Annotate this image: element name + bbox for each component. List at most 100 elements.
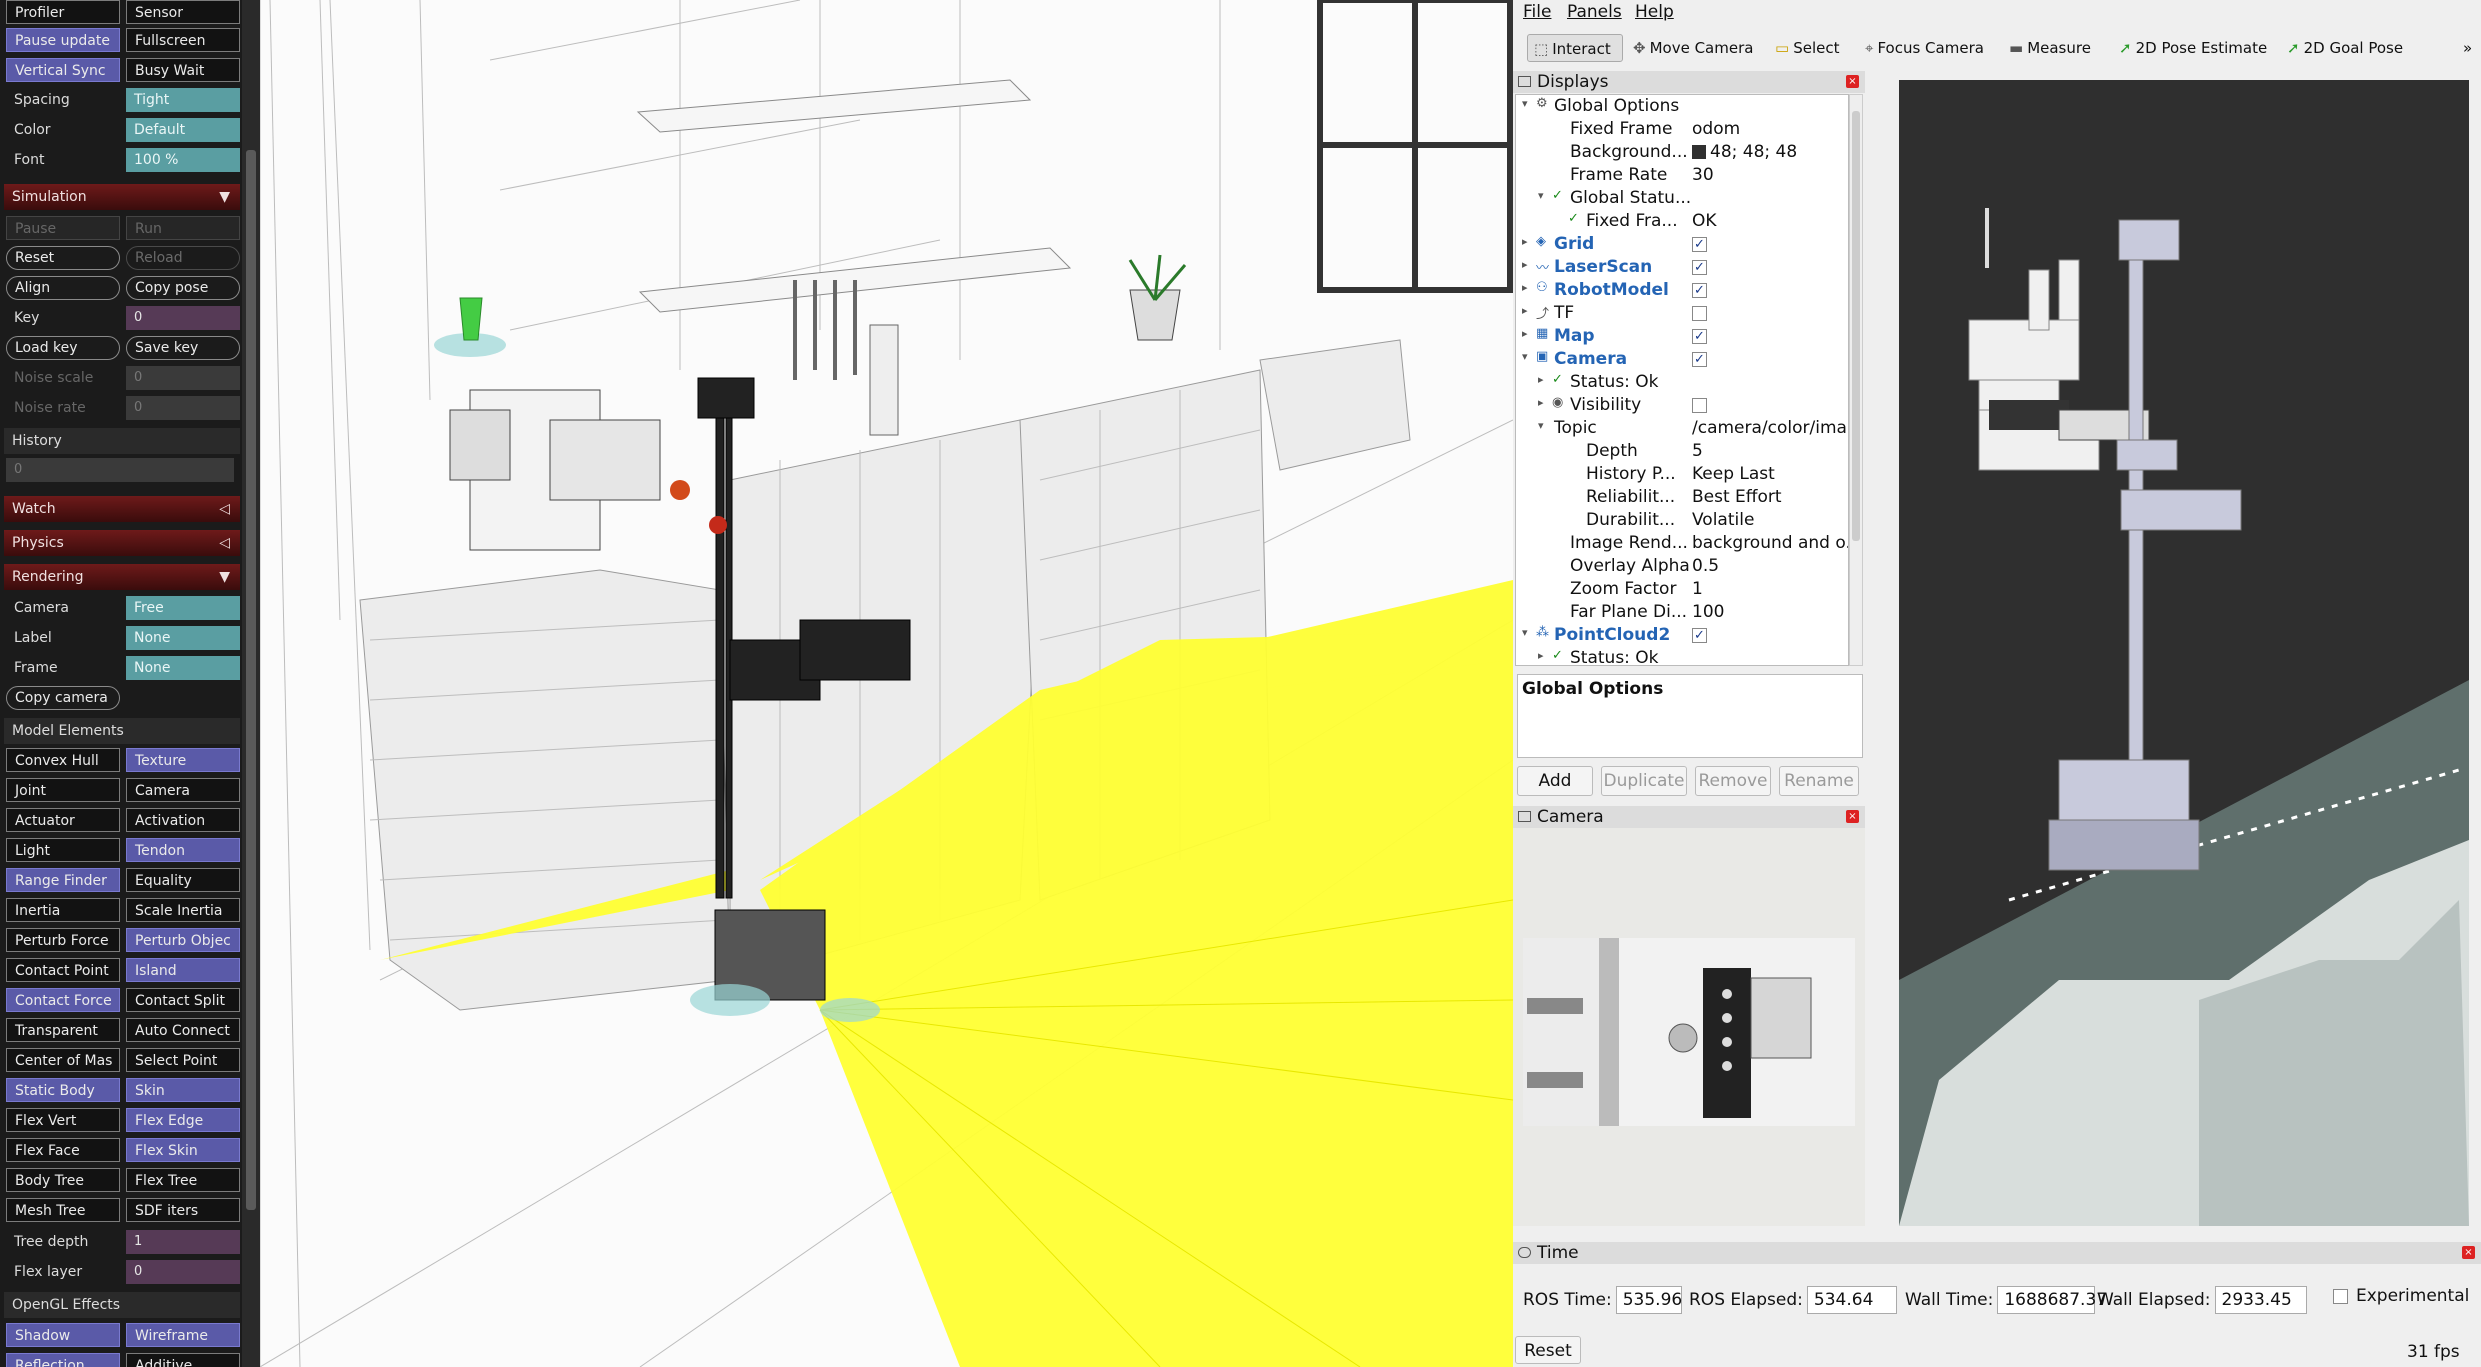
fullscreen-toggle[interactable]: Fullscreen [126, 28, 240, 52]
model-element-toggle[interactable]: Activation [126, 808, 240, 832]
shadow-toggle[interactable]: Shadow [6, 1323, 120, 1347]
remove-button[interactable]: Remove [1695, 766, 1771, 796]
tree-row[interactable]: Durabilit... Volatile [1516, 509, 1848, 532]
font-select[interactable]: 100 % [126, 148, 240, 172]
tree-row[interactable]: ▸ 〰 LaserScan ✓ [1516, 256, 1848, 279]
expand-arrow-icon[interactable]: ▸ [1538, 396, 1544, 409]
tree-row[interactable]: ▸ ⤴ TF [1516, 302, 1848, 325]
tree-row[interactable]: ▸ ▦ Map ✓ [1516, 325, 1848, 348]
color-swatch[interactable] [1692, 145, 1706, 159]
property-value[interactable]: ✓ [1692, 280, 1707, 300]
model-element-toggle[interactable]: Camera [126, 778, 240, 802]
model-element-toggle[interactable]: Skin [126, 1078, 240, 1102]
tree-row[interactable]: ▸ ◈ Grid ✓ [1516, 233, 1848, 256]
tree-row[interactable]: ▸ ✓ Status: Ok [1516, 371, 1848, 394]
pause-button[interactable]: Pause [6, 216, 120, 240]
tree-row[interactable]: Reliabilit... Best Effort [1516, 486, 1848, 509]
property-value[interactable]: ✓ [1692, 257, 1707, 277]
busy-wait-toggle[interactable]: Busy Wait [126, 58, 240, 82]
model-element-toggle[interactable]: Transparent [6, 1018, 120, 1042]
rename-button[interactable]: Rename [1779, 766, 1859, 796]
model-element-toggle[interactable]: Contact Point [6, 958, 120, 982]
property-value[interactable]: ✓ [1692, 326, 1707, 346]
collapse-arrow-icon[interactable]: ▾ [1538, 419, 1544, 432]
enabled-checkbox[interactable]: ✓ [1692, 282, 1707, 298]
property-value[interactable]: Best Effort [1692, 487, 1782, 507]
menu-help[interactable]: Help [1635, 2, 1674, 22]
property-value[interactable]: Keep Last [1692, 464, 1775, 484]
model-element-toggle[interactable]: Body Tree [6, 1168, 120, 1192]
model-element-toggle[interactable]: Perturb Objec [126, 928, 240, 952]
tree-row[interactable]: Zoom Factor 1 [1516, 578, 1848, 601]
tree-row[interactable]: Overlay Alpha 0.5 [1516, 555, 1848, 578]
wall-time-field[interactable]: 1688687.37 [1997, 1286, 2107, 1314]
menu-panels[interactable]: Panels [1567, 2, 1622, 22]
save-key-button[interactable]: Save key [126, 336, 240, 360]
property-value[interactable] [1692, 395, 1707, 415]
property-value[interactable]: 100 [1692, 602, 1724, 622]
model-element-toggle[interactable]: Mesh Tree [6, 1198, 120, 1222]
sensor-toggle[interactable]: Sensor [126, 0, 240, 24]
collapse-arrow-icon[interactable]: ▾ [1538, 189, 1544, 202]
tree-row[interactable]: Background... 48; 48; 48 [1516, 141, 1848, 164]
model-element-toggle[interactable]: Equality [126, 868, 240, 892]
property-value[interactable]: odom [1692, 119, 1740, 139]
add-button[interactable]: Add [1517, 766, 1593, 796]
measure-tool[interactable]: ▬ Measure [2003, 34, 2113, 62]
model-element-toggle[interactable]: Actuator [6, 808, 120, 832]
tree-row[interactable]: ▾ Topic/camera/color/ima... [1516, 417, 1848, 440]
align-button[interactable]: Align [6, 276, 120, 300]
collapse-arrow-icon[interactable]: ▾ [1522, 97, 1528, 110]
property-value[interactable]: 5 [1692, 441, 1703, 461]
focus-camera-tool[interactable]: ⌖ Focus Camera [1859, 34, 2009, 62]
reload-button[interactable]: Reload [126, 246, 240, 270]
tree-row[interactable]: ▸ ✓ Status: Ok [1516, 647, 1848, 665]
camera-select[interactable]: Free [126, 596, 240, 620]
model-element-toggle[interactable]: Contact Split [126, 988, 240, 1012]
select-tool[interactable]: ▭ Select [1769, 34, 1869, 62]
wireframe-toggle[interactable]: Wireframe [126, 1323, 240, 1347]
tree-row[interactable]: ▾ ⚙ Global Options [1516, 95, 1848, 118]
spacing-select[interactable]: Tight [126, 88, 240, 112]
model-element-toggle[interactable]: Flex Edge [126, 1108, 240, 1132]
load-key-button[interactable]: Load key [6, 336, 120, 360]
collapse-arrow-icon[interactable]: ▾ [1522, 350, 1528, 363]
model-element-toggle[interactable]: Contact Force [6, 988, 120, 1012]
mujoco-3d-viewport[interactable] [260, 0, 1513, 1367]
model-element-toggle[interactable]: Perturb Force [6, 928, 120, 952]
pose-estimate-tool[interactable]: ➚ 2D Pose Estimate [2113, 34, 2283, 62]
frame-select[interactable]: None [126, 656, 240, 680]
model-element-toggle[interactable]: Static Body [6, 1078, 120, 1102]
duplicate-button[interactable]: Duplicate [1601, 766, 1687, 796]
enabled-checkbox[interactable]: ✓ [1692, 351, 1707, 367]
close-panel-icon[interactable]: × [1846, 810, 1859, 823]
scrollbar-thumb[interactable] [1852, 111, 1860, 541]
copy-camera-button[interactable]: Copy camera [6, 686, 120, 710]
property-value[interactable]: ✓ [1692, 234, 1707, 254]
close-panel-icon[interactable]: × [2462, 1246, 2475, 1259]
enabled-checkbox[interactable]: ✓ [1692, 236, 1707, 252]
property-value[interactable]: 30 [1692, 165, 1714, 185]
label-select[interactable]: None [126, 626, 240, 650]
tree-scrollbar[interactable] [1849, 94, 1863, 666]
ros-elapsed-field[interactable]: 534.64 [1806, 1286, 1897, 1314]
expand-arrow-icon[interactable]: ▸ [1522, 281, 1528, 294]
watch-section-header[interactable]: Watch ◁ [4, 496, 240, 522]
copy-pose-button[interactable]: Copy pose [126, 276, 240, 300]
reflection-toggle[interactable]: Reflection [6, 1353, 120, 1367]
tree-row[interactable]: ▾ ⁂ PointCloud2 ✓ [1516, 624, 1848, 647]
goal-pose-tool[interactable]: ➚ 2D Goal Pose [2281, 34, 2441, 62]
expand-arrow-icon[interactable]: ▸ [1522, 304, 1528, 317]
tree-row[interactable]: Far Plane Di... 100 [1516, 601, 1848, 624]
expand-arrow-icon[interactable]: ▸ [1522, 327, 1528, 340]
displays-tree[interactable]: ▾ ⚙ Global Options Fixed Frame odom Backgroun… [1515, 94, 1849, 666]
enabled-checkbox[interactable]: ✓ [1692, 328, 1707, 344]
color-select[interactable]: Default [126, 118, 240, 142]
expand-arrow-icon[interactable]: ▸ [1538, 649, 1544, 662]
model-element-toggle[interactable]: Island [126, 958, 240, 982]
rviz-3d-view[interactable] [1899, 80, 2469, 1226]
model-element-toggle[interactable]: Inertia [6, 898, 120, 922]
reset-time-button[interactable]: Reset [1515, 1336, 1581, 1364]
wall-elapsed-field[interactable]: 2933.45 [2214, 1286, 2307, 1314]
property-value[interactable]: 48; 48; 48 [1692, 142, 1797, 162]
